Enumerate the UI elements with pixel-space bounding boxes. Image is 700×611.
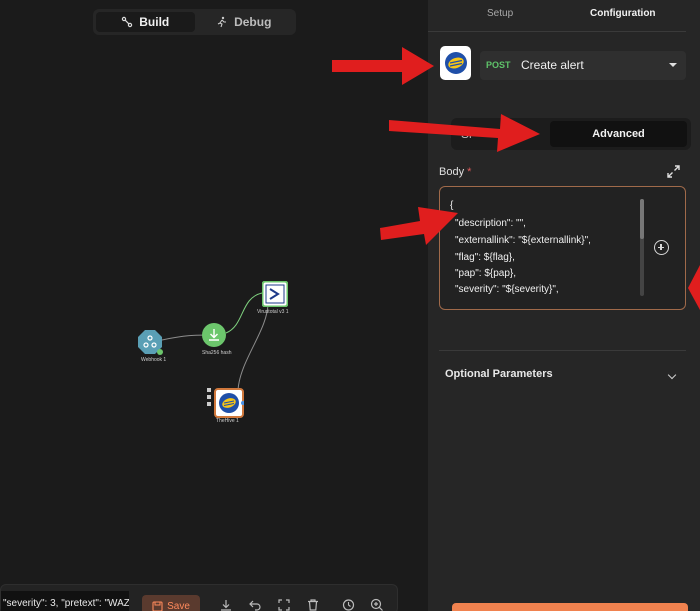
code-line: "pap": ${pap},: [455, 268, 517, 279]
body-scrollbar[interactable]: [640, 199, 644, 296]
app-icon[interactable]: [440, 46, 471, 80]
thehive-node-label: TheHive 1: [216, 418, 239, 424]
configuration-panel: Setup Configuration POST Create alert Si…: [428, 0, 700, 611]
virustotal-node-label: Virustotal v3 1: [257, 309, 289, 315]
advanced-mode-button[interactable]: Advanced: [550, 121, 687, 147]
action-select[interactable]: POST Create alert: [480, 51, 686, 80]
thehive-bee-icon: [214, 388, 245, 418]
code-line: "description": "",: [455, 218, 526, 229]
simple-mode-button[interactable]: Si: [461, 127, 472, 141]
body-label: Body *: [439, 166, 472, 178]
action-name: Create alert: [521, 58, 584, 72]
run-button[interactable]: [452, 603, 688, 611]
workflow-edges: [161, 292, 269, 391]
body-editor[interactable]: { "description": "", "externallink": "${…: [439, 186, 686, 310]
trash-icon[interactable]: [306, 598, 320, 611]
download-icon: [202, 323, 226, 347]
thehive-node[interactable]: [214, 388, 245, 418]
webhook-node-label: Webhook 1: [141, 357, 167, 363]
code-line: "externallink": "${externallink}",: [455, 235, 591, 246]
scroll-thumb[interactable]: [640, 199, 644, 239]
undo-icon[interactable]: [248, 598, 262, 611]
workflow-canvas[interactable]: Build Debug Webhook 1 Sha256 hash Virust…: [0, 0, 428, 611]
sha256-node[interactable]: [202, 323, 226, 347]
history-icon[interactable]: [341, 598, 355, 611]
webhook-icon: [138, 330, 163, 355]
chevron-down-icon[interactable]: [667, 370, 677, 380]
code-line: {: [450, 200, 454, 211]
expand-icon[interactable]: [667, 165, 680, 178]
add-variable-icon[interactable]: [654, 240, 669, 255]
fullscreen-icon[interactable]: [277, 598, 291, 611]
sha256-node-label: Sha256 hash: [202, 350, 232, 356]
thehive-bee-icon: [444, 52, 467, 74]
panel-tabs: Setup Configuration: [428, 0, 700, 30]
save-button[interactable]: Save: [142, 595, 200, 611]
required-mark: *: [467, 166, 472, 178]
code-line: "flag": ${flag},: [455, 252, 515, 263]
json-preview-input[interactable]: "severity": 3, "pretext": "WAZ: [1, 591, 129, 611]
tab-configuration[interactable]: Configuration: [590, 8, 656, 19]
zoom-in-icon[interactable]: [370, 598, 384, 611]
save-icon: [152, 600, 163, 611]
chevron-down-icon: [669, 63, 677, 67]
tab-setup[interactable]: Setup: [487, 8, 513, 19]
webhook-node[interactable]: [137, 329, 163, 355]
bottom-toolbar: "severity": 3, "pretext": "WAZ Save: [0, 584, 398, 611]
tab-divider: [428, 31, 686, 32]
virustotal-node[interactable]: [261, 280, 289, 308]
http-method-badge: POST: [486, 60, 511, 70]
mode-segmented-control: Si Advanced: [451, 118, 691, 150]
code-line: "severity": "${severity}",: [455, 284, 559, 295]
optional-parameters-toggle[interactable]: Optional Parameters: [445, 368, 553, 380]
advanced-label: Advanced: [592, 128, 645, 140]
section-divider: [439, 350, 686, 351]
download-icon[interactable]: [219, 598, 233, 611]
sigma-icon: [261, 280, 289, 308]
save-label: Save: [167, 600, 190, 611]
thehive-node-side-tools[interactable]: [207, 388, 213, 414]
